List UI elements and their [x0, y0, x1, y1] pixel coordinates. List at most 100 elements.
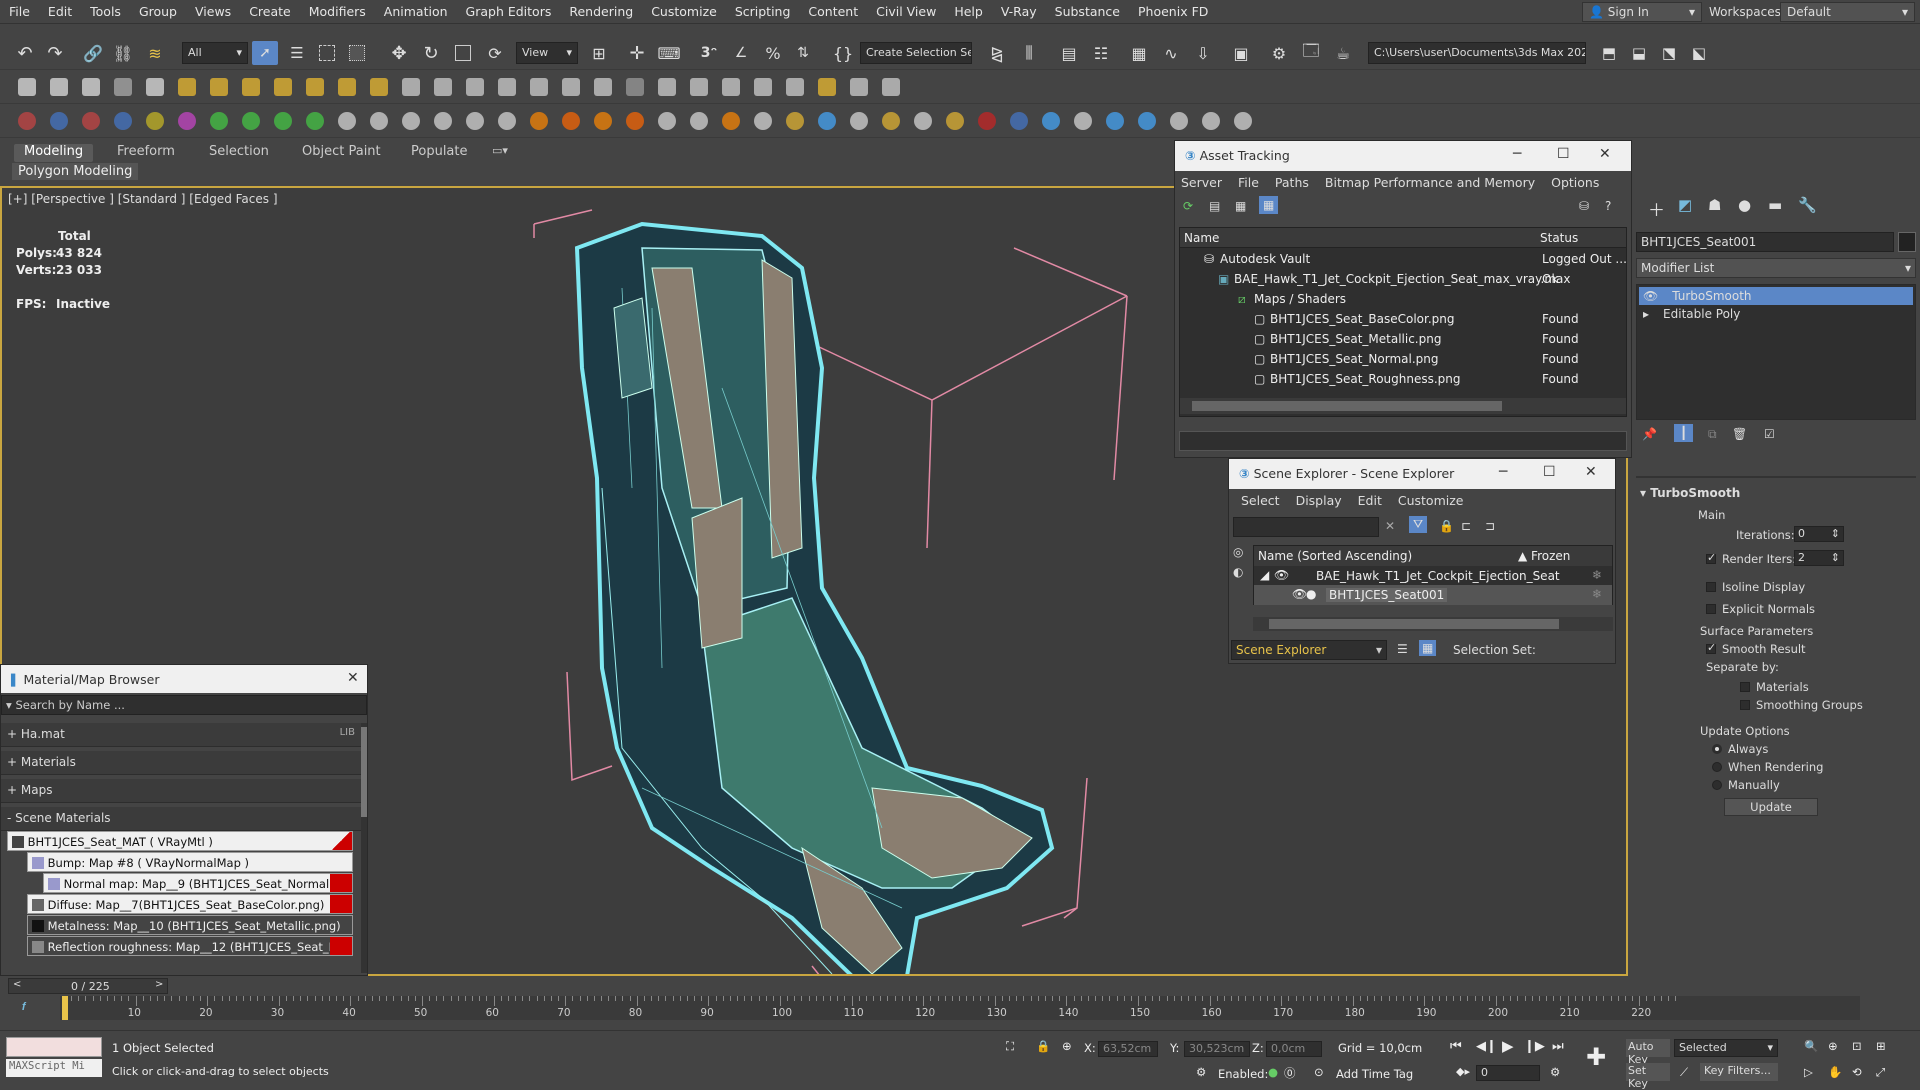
- explorer-type-dropdown[interactable]: Scene Explorer ▾: [1231, 640, 1387, 660]
- ribbon-toggle-button[interactable]: ▦: [1126, 41, 1152, 65]
- table-view-icon[interactable]: ▦: [1259, 196, 1279, 214]
- toolbar-button[interactable]: [238, 75, 264, 99]
- play-icon[interactable]: ▶: [1502, 1037, 1514, 1055]
- render-iters-checkbox[interactable]: Render Iters:: [1706, 551, 1796, 566]
- tab-selection[interactable]: Selection: [199, 144, 279, 162]
- vray-toolbar-button[interactable]: [750, 109, 776, 133]
- stack-item-turbosmooth[interactable]: 👁 TurboSmooth: [1639, 287, 1913, 305]
- vray-toolbar-button[interactable]: [686, 109, 712, 133]
- undo-button[interactable]: ↶: [12, 41, 38, 65]
- vray-toolbar-button[interactable]: [270, 109, 296, 133]
- auto-key-button[interactable]: Auto Key: [1626, 1039, 1670, 1066]
- maxscript-mini-listener[interactable]: MAXScript Mi: [6, 1059, 102, 1077]
- menu-modifiers[interactable]: Modifiers: [300, 0, 375, 24]
- scale-button[interactable]: [450, 41, 476, 65]
- vray-toolbar-button[interactable]: [14, 109, 40, 133]
- separate-smoothing-groups-checkbox[interactable]: Smoothing Groups: [1740, 698, 1863, 712]
- set-key-button[interactable]: Set Key: [1626, 1063, 1670, 1090]
- list-item[interactable]: Bump: Map #8 ( VRayNormalMap ): [27, 852, 353, 872]
- toolbar-button[interactable]: [270, 75, 296, 99]
- vray-toolbar-button[interactable]: [238, 109, 264, 133]
- isolate-selection-icon[interactable]: ⛶: [1006, 1039, 1014, 1054]
- zoom-extents-icon[interactable]: ⊡: [1852, 1039, 1862, 1053]
- display-tab-icon[interactable]: ▬: [1768, 196, 1782, 214]
- polygon-modeling-panel[interactable]: Polygon Modeling: [12, 163, 139, 180]
- menu-rendering[interactable]: Rendering: [560, 0, 642, 24]
- menu-edit[interactable]: Edit: [1358, 493, 1382, 508]
- vray-toolbar-button[interactable]: [910, 109, 936, 133]
- current-frame-marker[interactable]: [62, 996, 68, 1020]
- current-frame-field[interactable]: 0: [1476, 1065, 1540, 1081]
- set-key-big-icon[interactable]: ✚: [1586, 1043, 1606, 1071]
- scrollbar-thumb[interactable]: [1192, 401, 1502, 411]
- rect-selection-button[interactable]: [314, 41, 340, 65]
- vray-toolbar-button[interactable]: [398, 109, 424, 133]
- clear-search-icon[interactable]: ✕: [1385, 519, 1395, 533]
- select-by-name-button[interactable]: ☰: [284, 41, 310, 65]
- list-item[interactable]: Normal map: Map__9 (BHT1JCES_Seat_Normal…: [43, 873, 353, 893]
- x-coord-field[interactable]: 63,52cm: [1098, 1041, 1158, 1057]
- table-row[interactable]: ▢ BHT1JCES_Seat_Metallic.png Found: [1180, 329, 1626, 349]
- zoom-extents-all-icon[interactable]: ⊞: [1876, 1039, 1886, 1053]
- timeline-mini-curve-icon[interactable]: 𝒇: [22, 1000, 26, 1014]
- mirror-button[interactable]: ⧎: [984, 41, 1010, 65]
- time-slider[interactable]: < 0 / 225 >: [8, 978, 168, 994]
- previous-frame-icon[interactable]: ◀❙: [1476, 1039, 1497, 1054]
- maximize-icon[interactable]: ☐: [1543, 464, 1556, 480]
- vray-toolbar-button[interactable]: [654, 109, 680, 133]
- edit-named-selection-button[interactable]: {}: [830, 41, 856, 65]
- go-to-end-icon[interactable]: ⏭: [1552, 1039, 1564, 1054]
- object-name-input[interactable]: BHT1JCES_Seat001: [1636, 232, 1894, 252]
- schematic-view-button[interactable]: ⇩: [1190, 41, 1216, 65]
- scene-explorer-toggle-button[interactable]: ▤: [1056, 41, 1082, 65]
- scrollbar-thumb[interactable]: [361, 727, 367, 817]
- material-editor-button[interactable]: ▣: [1228, 41, 1254, 65]
- menu-substance[interactable]: Substance: [1046, 0, 1129, 24]
- material-browser-titlebar[interactable]: ▌ Material/Map Browser ✕: [1, 665, 367, 693]
- menu-paths[interactable]: Paths: [1275, 175, 1309, 190]
- add-time-tag-label[interactable]: Add Time Tag: [1336, 1067, 1413, 1081]
- vray-toolbar-button[interactable]: [110, 109, 136, 133]
- minimize-icon[interactable]: ─: [1499, 464, 1507, 480]
- make-unique-icon[interactable]: ⧉: [1708, 427, 1717, 442]
- redo-button[interactable]: ↷: [42, 41, 68, 65]
- unlink-button[interactable]: ⛓: [110, 41, 136, 65]
- menu-animation[interactable]: Animation: [375, 0, 457, 24]
- key-mode-icon[interactable]: ◆▸: [1456, 1065, 1470, 1078]
- toolbar-button[interactable]: [334, 75, 360, 99]
- toolbar-button[interactable]: [494, 75, 520, 99]
- menu-display[interactable]: Display: [1296, 493, 1342, 508]
- key-tangent-icon[interactable]: ⟋: [1680, 1065, 1688, 1080]
- table-row[interactable]: ⛁ Autodesk Vault Logged Out ...: [1180, 249, 1627, 269]
- key-filters-button[interactable]: Key Filters...: [1700, 1063, 1778, 1081]
- adaptive-degradation-icon[interactable]: ⚙: [1196, 1065, 1206, 1079]
- select-manipulate-button[interactable]: ✛: [624, 41, 650, 65]
- vray-toolbar-button[interactable]: [782, 109, 808, 133]
- render-setup-button[interactable]: ⚙: [1266, 41, 1292, 65]
- rendered-frame-window-button[interactable]: 🗔: [1298, 41, 1324, 65]
- project-folder-dropdown[interactable]: C:\Users\user\Documents\3ds Max 2022▾: [1368, 42, 1586, 64]
- table-row[interactable]: ⧄ Maps / Shaders: [1180, 289, 1626, 309]
- chevron-left-icon[interactable]: <: [13, 979, 21, 990]
- toolbar-button[interactable]: [398, 75, 424, 99]
- go-to-start-icon[interactable]: ⏮: [1450, 1039, 1462, 1054]
- visibility-eye-icon[interactable]: 👁: [1292, 587, 1307, 601]
- horizontal-scrollbar[interactable]: [1180, 398, 1626, 414]
- menu-file[interactable]: File: [1238, 175, 1259, 190]
- z-coord-field[interactable]: 0,0cm: [1266, 1041, 1322, 1057]
- vray-toolbar-button[interactable]: [846, 109, 872, 133]
- hierarchy-tab-icon[interactable]: ☗: [1708, 196, 1721, 214]
- table-row[interactable]: ▢ BHT1JCES_Seat_Normal.png Found: [1180, 349, 1626, 369]
- workspace-dropdown[interactable]: Default ▾: [1780, 2, 1915, 22]
- maximize-icon[interactable]: ☐: [1557, 146, 1570, 162]
- menu-scripting[interactable]: Scripting: [726, 0, 800, 24]
- horizontal-scrollbar[interactable]: [1253, 617, 1613, 631]
- utilities-tab-icon[interactable]: 🔧: [1798, 196, 1817, 214]
- update-when-rendering-radio[interactable]: When Rendering: [1712, 760, 1823, 774]
- project-button-3[interactable]: ⬔: [1656, 41, 1682, 65]
- keyboard-shortcut-button[interactable]: ⌨: [656, 41, 682, 65]
- menu-help[interactable]: Help: [945, 0, 992, 24]
- time-config-icon[interactable]: ⚙: [1550, 1065, 1560, 1079]
- project-button-2[interactable]: ⬓: [1626, 41, 1652, 65]
- menu-server[interactable]: Server: [1181, 175, 1222, 190]
